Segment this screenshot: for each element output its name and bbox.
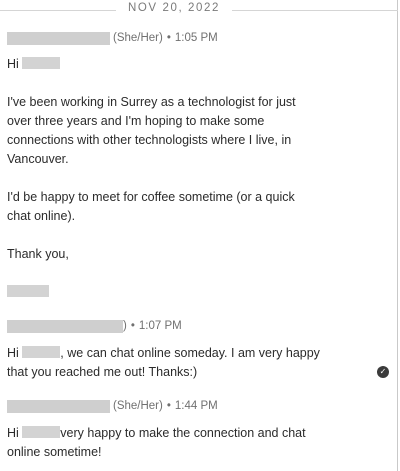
message-text: very happy to make the connection and ch…: [60, 426, 306, 440]
divider-line-left: [0, 10, 116, 11]
message-thread: NOV 20, 2022 (She/Her) • 1:05 PM Hi I've…: [0, 0, 400, 471]
divider-line-right: [232, 10, 398, 11]
message-time: 1:44 PM: [174, 400, 218, 412]
message-line: online sometime!: [7, 445, 102, 459]
recipient-name-redacted: [22, 57, 61, 69]
message-line: I'd be happy to meet for coffee sometime…: [7, 190, 295, 204]
recipient-name-redacted: [22, 426, 61, 438]
header-separator: •: [130, 320, 135, 332]
message-line: chat online).: [7, 209, 76, 223]
date-divider: NOV 20, 2022: [0, 2, 398, 18]
date-label: NOV 20, 2022: [127, 2, 221, 14]
message-line: Vancouver.: [7, 152, 69, 166]
signature-redacted: [7, 285, 49, 297]
recipient-name-redacted: [22, 346, 61, 358]
sender-name-redacted[interactable]: [7, 31, 110, 45]
header-separator: •: [166, 32, 171, 44]
message-3-body: Hi very happy to make the connection and…: [7, 424, 367, 462]
sender-name-suffix: ): [123, 320, 127, 332]
sender-name-redacted[interactable]: [7, 319, 123, 333]
message-2-body: Hi , we can chat online someday. I am ve…: [7, 344, 367, 382]
message-line: Hi: [7, 55, 367, 74]
pane-border: [397, 0, 398, 471]
message-line: connections with other technologists whe…: [7, 133, 292, 147]
message-1-body: Hi: [7, 55, 367, 74]
message-1-paragraph-1: I've been working in Surrey as a technol…: [7, 93, 367, 169]
message-2-header: ) • 1:07 PM: [7, 318, 182, 334]
message-time: 1:07 PM: [138, 320, 182, 332]
message-3-header: (She/Her) • 1:44 PM: [7, 398, 218, 414]
message-1-paragraph-2: I'd be happy to meet for coffee sometime…: [7, 188, 367, 226]
message-1-signature: [7, 283, 367, 302]
message-line: over three years and I'm hoping to make …: [7, 114, 265, 128]
message-line: Hi very happy to make the connection and…: [7, 424, 367, 443]
greeting-text: Hi: [7, 57, 19, 71]
sender-pronouns: (She/Her): [113, 32, 163, 44]
message-line: I've been working in Surrey as a technol…: [7, 95, 296, 109]
message-1-signoff: Thank you,: [7, 245, 367, 264]
message-time: 1:05 PM: [174, 32, 218, 44]
signoff-text: Thank you,: [7, 247, 69, 261]
sender-pronouns: (She/Her): [113, 400, 163, 412]
message-text: , we can chat online someday. I am very …: [60, 346, 320, 360]
message-line: that you reached me out! Thanks:): [7, 365, 198, 379]
signature-line: [7, 283, 367, 302]
sender-name-redacted[interactable]: [7, 399, 110, 413]
message-line: Hi , we can chat online someday. I am ve…: [7, 344, 367, 363]
header-separator: •: [166, 400, 171, 412]
greeting-text: Hi: [7, 426, 19, 440]
check-circle-icon: ✓: [377, 366, 389, 378]
message-1-header: (She/Her) • 1:05 PM: [7, 30, 218, 46]
greeting-text: Hi: [7, 346, 19, 360]
